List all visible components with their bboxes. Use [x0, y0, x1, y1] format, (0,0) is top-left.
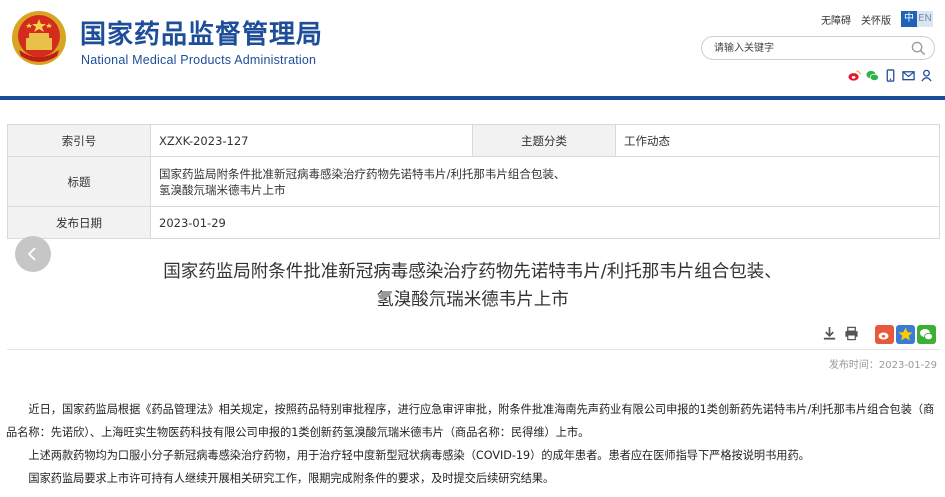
accessibility-link[interactable]: 无障碍 — [821, 12, 851, 27]
site-title[interactable]: 国家药品监督管理局 — [80, 14, 323, 51]
topic-label: 主题分类 — [472, 124, 616, 157]
email-icon[interactable] — [902, 67, 915, 81]
publish-date: 发布时间：2023-01-29 — [828, 360, 937, 371]
topic-value: 工作动态 — [615, 124, 940, 157]
article-title-line: 国家药监局附条件批准新冠病毒感染治疗药物先诺特韦片/利托那韦片组合包装、 — [163, 262, 782, 282]
site-subtitle: National Medical Products Administration — [81, 53, 317, 67]
article-paragraph: 国家药监局要求上市许可持有人继续开展相关研究工作，限期完成附条件的要求，及时提交… — [28, 472, 555, 485]
print-icon[interactable] — [844, 326, 859, 341]
date-value: 2023-01-29 — [150, 206, 940, 239]
site-header: 国家药品监督管理局 National Medical Products Admi… — [0, 0, 945, 96]
top-links: 无障碍 关怀版 中 EN — [821, 10, 933, 28]
favorite-icon[interactable] — [896, 325, 915, 344]
article-paragraph: 近日，国家药监局根据《药品管理法》相关规定，按照药品特别审批程序，进行应急审评审… — [6, 403, 935, 439]
content-divider — [7, 349, 940, 350]
article-title-line: 氢溴酸氘瑞米德韦片上市 — [376, 290, 569, 310]
article-title: 国家药监局附条件批准新冠病毒感染治疗药物先诺特韦片/利托那韦片组合包装、 氢溴酸… — [0, 258, 945, 314]
article-info-table: 索引号 XZXK-2023-127 主题分类 工作动态 标题 国家药监局附条件批… — [7, 124, 940, 239]
mobile-icon[interactable] — [884, 67, 897, 82]
download-icon[interactable] — [822, 326, 837, 341]
title-label: 标题 — [7, 156, 151, 207]
search-input[interactable] — [714, 40, 904, 56]
date-label: 发布日期 — [7, 206, 151, 239]
article-tools — [822, 326, 859, 341]
title-value: 国家药监局附条件批准新冠病毒感染治疗药物先诺特韦片/利托那韦片组合包装、 氢溴酸… — [150, 156, 940, 207]
wechat-icon[interactable] — [866, 67, 879, 81]
user-icon[interactable] — [920, 67, 933, 82]
title-value-line: 国家药监局附条件批准新冠病毒感染治疗药物先诺特韦片/利托那韦片组合包装、 — [159, 166, 566, 181]
language-switch: 中 EN — [901, 11, 933, 27]
index-value: XZXK-2023-127 — [150, 124, 473, 157]
national-emblem-icon[interactable] — [11, 10, 67, 66]
lang-cn-button[interactable]: 中 — [901, 11, 917, 27]
search-icon[interactable] — [911, 41, 926, 56]
weibo-share-icon[interactable] — [875, 325, 894, 344]
title-value-line: 氢溴酸氘瑞米德韦片上市 — [159, 182, 286, 197]
article-body: 近日，国家药监局根据《药品管理法》相关规定，按照药品特别审批程序，进行应急审评审… — [6, 398, 936, 490]
article-paragraph: 上述两款药物均为口服小分子新冠病毒感染治疗药物，用于治疗轻中度新型冠状病毒感染（… — [28, 449, 810, 462]
share-icons — [848, 67, 933, 82]
care-mode-link[interactable]: 关怀版 — [861, 12, 891, 27]
weibo-icon[interactable] — [848, 67, 861, 81]
wechat-share-icon[interactable] — [917, 325, 936, 344]
index-label: 索引号 — [7, 124, 151, 157]
lang-en-button[interactable]: EN — [917, 11, 933, 27]
header-divider-bar — [0, 96, 945, 100]
search-box — [701, 36, 935, 60]
article-share — [875, 325, 936, 344]
